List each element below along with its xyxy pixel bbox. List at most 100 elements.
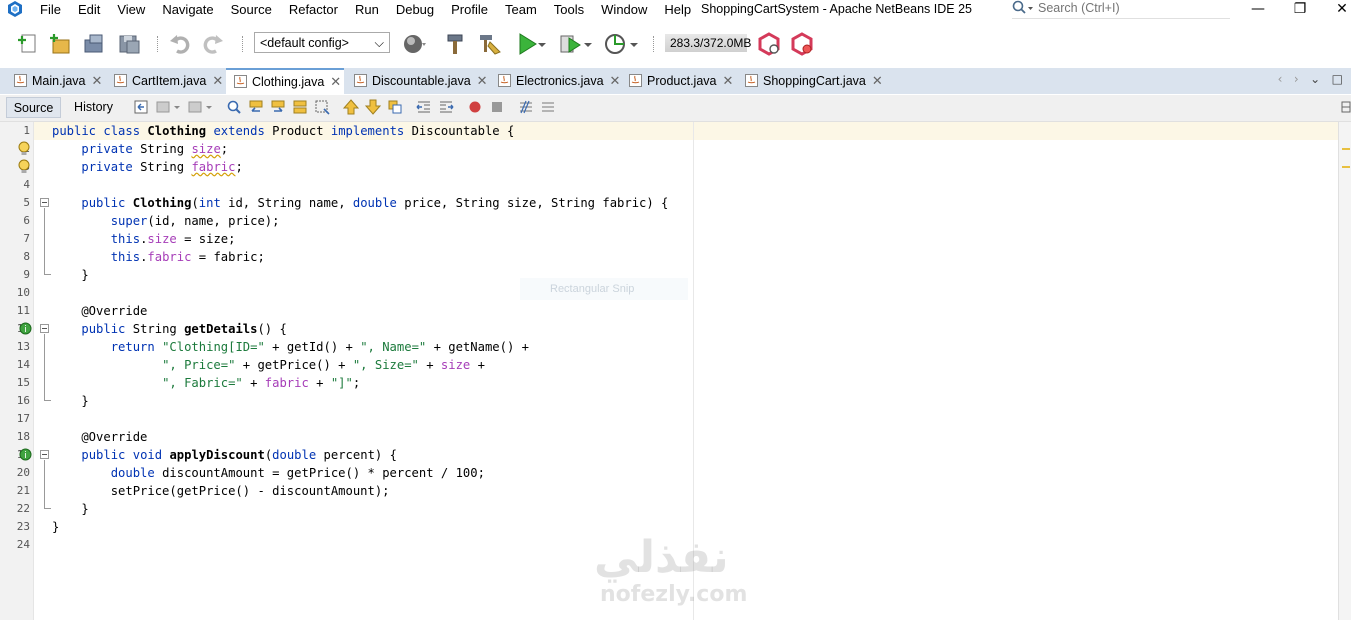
- restore-button[interactable]: ❐: [1280, 0, 1320, 18]
- find-previous-icon[interactable]: [248, 99, 264, 115]
- tab-file[interactable]: ShoppingCart.java ✕: [737, 69, 883, 93]
- source-button[interactable]: Source: [6, 97, 61, 118]
- new-project-icon[interactable]: [48, 32, 72, 56]
- next-bookmark-icon[interactable]: [365, 99, 381, 115]
- redo-icon[interactable]: [201, 32, 225, 56]
- clean-build-icon[interactable]: [478, 32, 502, 56]
- menu-item[interactable]: Edit: [78, 2, 100, 17]
- code-line[interactable]: }: [52, 266, 88, 284]
- debug-project-icon[interactable]: [558, 32, 582, 56]
- tab-file[interactable]: Main.java ✕: [6, 69, 104, 93]
- tab-file[interactable]: Product.java ✕: [621, 69, 735, 93]
- browser-globe-icon[interactable]: [402, 32, 426, 56]
- code-line[interactable]: }: [52, 518, 59, 536]
- tab-file[interactable]: Discountable.java ✕: [346, 69, 488, 93]
- tab-navigation[interactable]: ‹ › ⌄ □: [1278, 72, 1343, 86]
- warning-mark[interactable]: [1342, 148, 1350, 150]
- chevron-right-icon[interactable]: ›: [1294, 72, 1299, 86]
- menu-item[interactable]: Refactor: [289, 2, 338, 17]
- menu-item[interactable]: Profile: [451, 2, 488, 17]
- toggle-rect-selection-icon[interactable]: [314, 99, 330, 115]
- back-icon[interactable]: [155, 99, 171, 115]
- forward-icon[interactable]: [187, 99, 203, 115]
- code-line[interactable]: private String size;: [52, 140, 228, 158]
- code-line[interactable]: setPrice(getPrice() - discountAmount);: [52, 482, 390, 500]
- code-line[interactable]: this.size = size;: [52, 230, 236, 248]
- tab-file[interactable]: Clothing.java ✕: [226, 68, 344, 94]
- back-dropdown-icon[interactable]: [173, 99, 181, 115]
- search-input[interactable]: [1038, 0, 1224, 16]
- close-tab-icon[interactable]: ✕: [330, 74, 341, 89]
- fold-toggle[interactable]: [40, 198, 49, 207]
- close-window-button[interactable]: ✕: [1322, 0, 1351, 18]
- find-selection-icon[interactable]: [226, 99, 242, 115]
- fold-toggle[interactable]: [40, 450, 49, 459]
- code-line[interactable]: public class Clothing extends Product im…: [52, 122, 514, 140]
- code-line[interactable]: ", Fabric=" + fabric + "]";: [52, 374, 360, 392]
- shift-right-icon[interactable]: [438, 99, 454, 115]
- error-stripe[interactable]: [1338, 122, 1351, 620]
- code-line[interactable]: public Clothing(int id, String name, dou…: [52, 194, 668, 212]
- warning-mark[interactable]: [1342, 166, 1350, 168]
- close-tab-icon[interactable]: ✕: [722, 73, 733, 88]
- history-button[interactable]: History: [66, 97, 121, 118]
- new-file-icon[interactable]: [16, 32, 40, 56]
- code-line[interactable]: ", Price=" + getPrice() + ", Size=" + si…: [52, 356, 485, 374]
- code-line[interactable]: }: [52, 392, 88, 410]
- override-marker-icon[interactable]: i: [19, 322, 32, 335]
- close-tab-icon[interactable]: ✕: [872, 73, 883, 88]
- code-line[interactable]: public void applyDiscount(double percent…: [52, 446, 397, 464]
- override-marker-icon[interactable]: i: [19, 448, 32, 461]
- close-tab-icon[interactable]: ✕: [92, 73, 103, 88]
- toggle-highlight-icon[interactable]: [292, 99, 308, 115]
- minimize-button[interactable]: —: [1238, 0, 1278, 18]
- chevron-down-icon[interactable]: ⌄: [1310, 72, 1320, 86]
- menu-item[interactable]: Debug: [396, 2, 434, 17]
- uncomment-icon[interactable]: [540, 99, 556, 115]
- menu-item[interactable]: Navigate: [162, 2, 213, 17]
- menu-item[interactable]: File: [40, 2, 61, 17]
- menu-item[interactable]: View: [117, 2, 145, 17]
- code-line[interactable]: this.fabric = fabric;: [52, 248, 265, 266]
- close-tab-icon[interactable]: ✕: [212, 73, 223, 88]
- lightbulb-hint-icon[interactable]: [17, 141, 31, 157]
- code-line[interactable]: @Override: [52, 302, 147, 320]
- gc-icon[interactable]: [757, 32, 781, 56]
- code-line[interactable]: @Override: [52, 428, 147, 446]
- code-line[interactable]: private String fabric;: [52, 158, 242, 176]
- code-line[interactable]: super(id, name, price);: [52, 212, 280, 230]
- debug-dropdown-icon[interactable]: [582, 32, 594, 56]
- previous-bookmark-icon[interactable]: [343, 99, 359, 115]
- fold-toggle[interactable]: [40, 324, 49, 333]
- start-macro-icon[interactable]: [467, 99, 483, 115]
- shift-left-icon[interactable]: [416, 99, 432, 115]
- build-hammer-icon[interactable]: [444, 32, 468, 56]
- code-line[interactable]: return "Clothing[ID=" + getId() + ", Nam…: [52, 338, 529, 356]
- maximize-icon[interactable]: □: [1332, 72, 1343, 86]
- search-box[interactable]: [1012, 0, 1230, 19]
- lightbulb-hint-icon[interactable]: [17, 159, 31, 175]
- search-icon[interactable]: [1012, 0, 1034, 16]
- close-tab-icon[interactable]: ✕: [610, 73, 621, 88]
- comment-icon[interactable]: [518, 99, 534, 115]
- last-edit-icon[interactable]: [133, 99, 149, 115]
- menu-item[interactable]: Tools: [554, 2, 584, 17]
- menu-item[interactable]: Source: [231, 2, 272, 17]
- menu-item[interactable]: Run: [355, 2, 379, 17]
- stop-macro-icon[interactable]: [489, 99, 505, 115]
- forward-dropdown-icon[interactable]: [205, 99, 213, 115]
- tab-file[interactable]: Electronics.java ✕: [490, 69, 621, 93]
- find-next-icon[interactable]: [270, 99, 286, 115]
- config-select[interactable]: <default config> ⌵: [254, 32, 390, 53]
- code-line[interactable]: public String getDetails() {: [52, 320, 286, 338]
- menu-item[interactable]: Team: [505, 2, 537, 17]
- split-icon[interactable]: [1341, 99, 1351, 115]
- close-tab-icon[interactable]: ✕: [477, 73, 488, 88]
- memory-indicator[interactable]: 283.3/372.0MB: [665, 34, 751, 52]
- profile-project-icon[interactable]: [603, 32, 627, 56]
- toggle-bookmark-icon[interactable]: [387, 99, 403, 115]
- profile-dropdown-icon[interactable]: [628, 32, 640, 56]
- menu-item[interactable]: Window: [601, 2, 647, 17]
- undo-icon[interactable]: [168, 32, 192, 56]
- chevron-left-icon[interactable]: ‹: [1278, 72, 1283, 86]
